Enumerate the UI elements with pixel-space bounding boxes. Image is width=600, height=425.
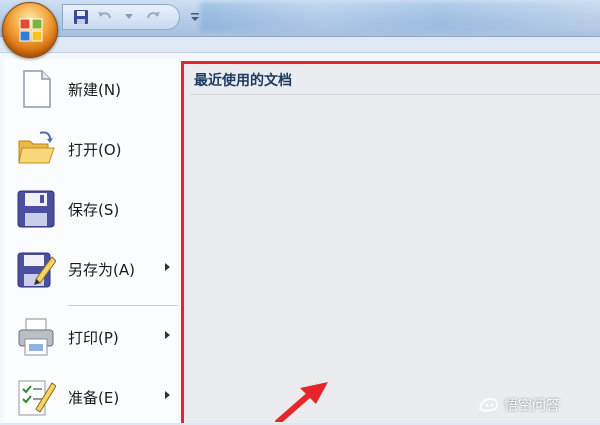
save-icon <box>74 10 88 24</box>
prepare-checklist-icon <box>18 380 56 416</box>
redo-icon <box>147 12 160 19</box>
watermark-text: 悟空问答 <box>504 398 560 414</box>
customize-dropdown-icon <box>191 13 199 21</box>
menu-item-save-as[interactable]: 另存为(A) <box>4 241 178 297</box>
chevron-down-icon <box>125 14 133 19</box>
new-document-icon <box>23 70 51 108</box>
menu-item-label: 准备(E) <box>68 389 120 407</box>
office-button[interactable] <box>2 2 58 58</box>
customize-qat-button[interactable] <box>188 10 202 24</box>
watermark: 悟空问答 <box>478 394 560 416</box>
open-folder-icon <box>18 131 55 164</box>
menu-item-label: 新建(N) <box>68 81 121 99</box>
printer-icon <box>18 318 54 356</box>
recent-title-divider <box>190 94 600 95</box>
office-menu: 新建(N) 打开(O) 保存(S) 另存为(A) 打印(P) 准备(E) 最近使… <box>0 52 600 423</box>
menu-item-label: 另存为(A) <box>68 261 135 279</box>
menu-item-save[interactable]: 保存(S) <box>4 181 178 237</box>
menu-item-new[interactable]: 新建(N) <box>4 61 178 117</box>
menu-item-label: 打开(O) <box>68 141 122 159</box>
menu-item-prepare[interactable]: 准备(E) <box>4 369 178 425</box>
menu-item-open[interactable]: 打开(O) <box>4 121 178 177</box>
qat-undo-dropdown[interactable] <box>119 7 139 27</box>
qat-save-button[interactable] <box>71 7 91 27</box>
menu-item-print[interactable]: 打印(P) <box>4 309 178 365</box>
submenu-arrow-icon <box>165 391 170 399</box>
office-logo-icon <box>19 18 43 42</box>
title-bar <box>0 0 600 37</box>
menu-item-label: 打印(P) <box>68 329 119 347</box>
save-disk-icon <box>17 190 55 228</box>
menu-item-label: 保存(S) <box>68 201 120 219</box>
qat-redo-button[interactable] <box>143 7 163 27</box>
menu-commands-pane: 新建(N) 打开(O) 保存(S) 另存为(A) 打印(P) 准备(E) <box>4 59 178 423</box>
blurred-window-background <box>200 2 600 32</box>
save-as-icon <box>17 252 56 288</box>
recent-documents-title: 最近使用的文档 <box>194 73 292 89</box>
submenu-arrow-icon <box>165 331 170 339</box>
watermark-logo-icon <box>479 398 499 412</box>
undo-icon <box>98 12 111 19</box>
menu-separator <box>68 305 178 306</box>
submenu-arrow-icon <box>165 263 170 271</box>
red-pointer-arrow-icon <box>275 382 328 422</box>
quick-access-toolbar <box>62 4 180 30</box>
recent-documents-pane: 最近使用的文档 <box>181 61 600 423</box>
qat-undo-button[interactable] <box>95 7 115 27</box>
